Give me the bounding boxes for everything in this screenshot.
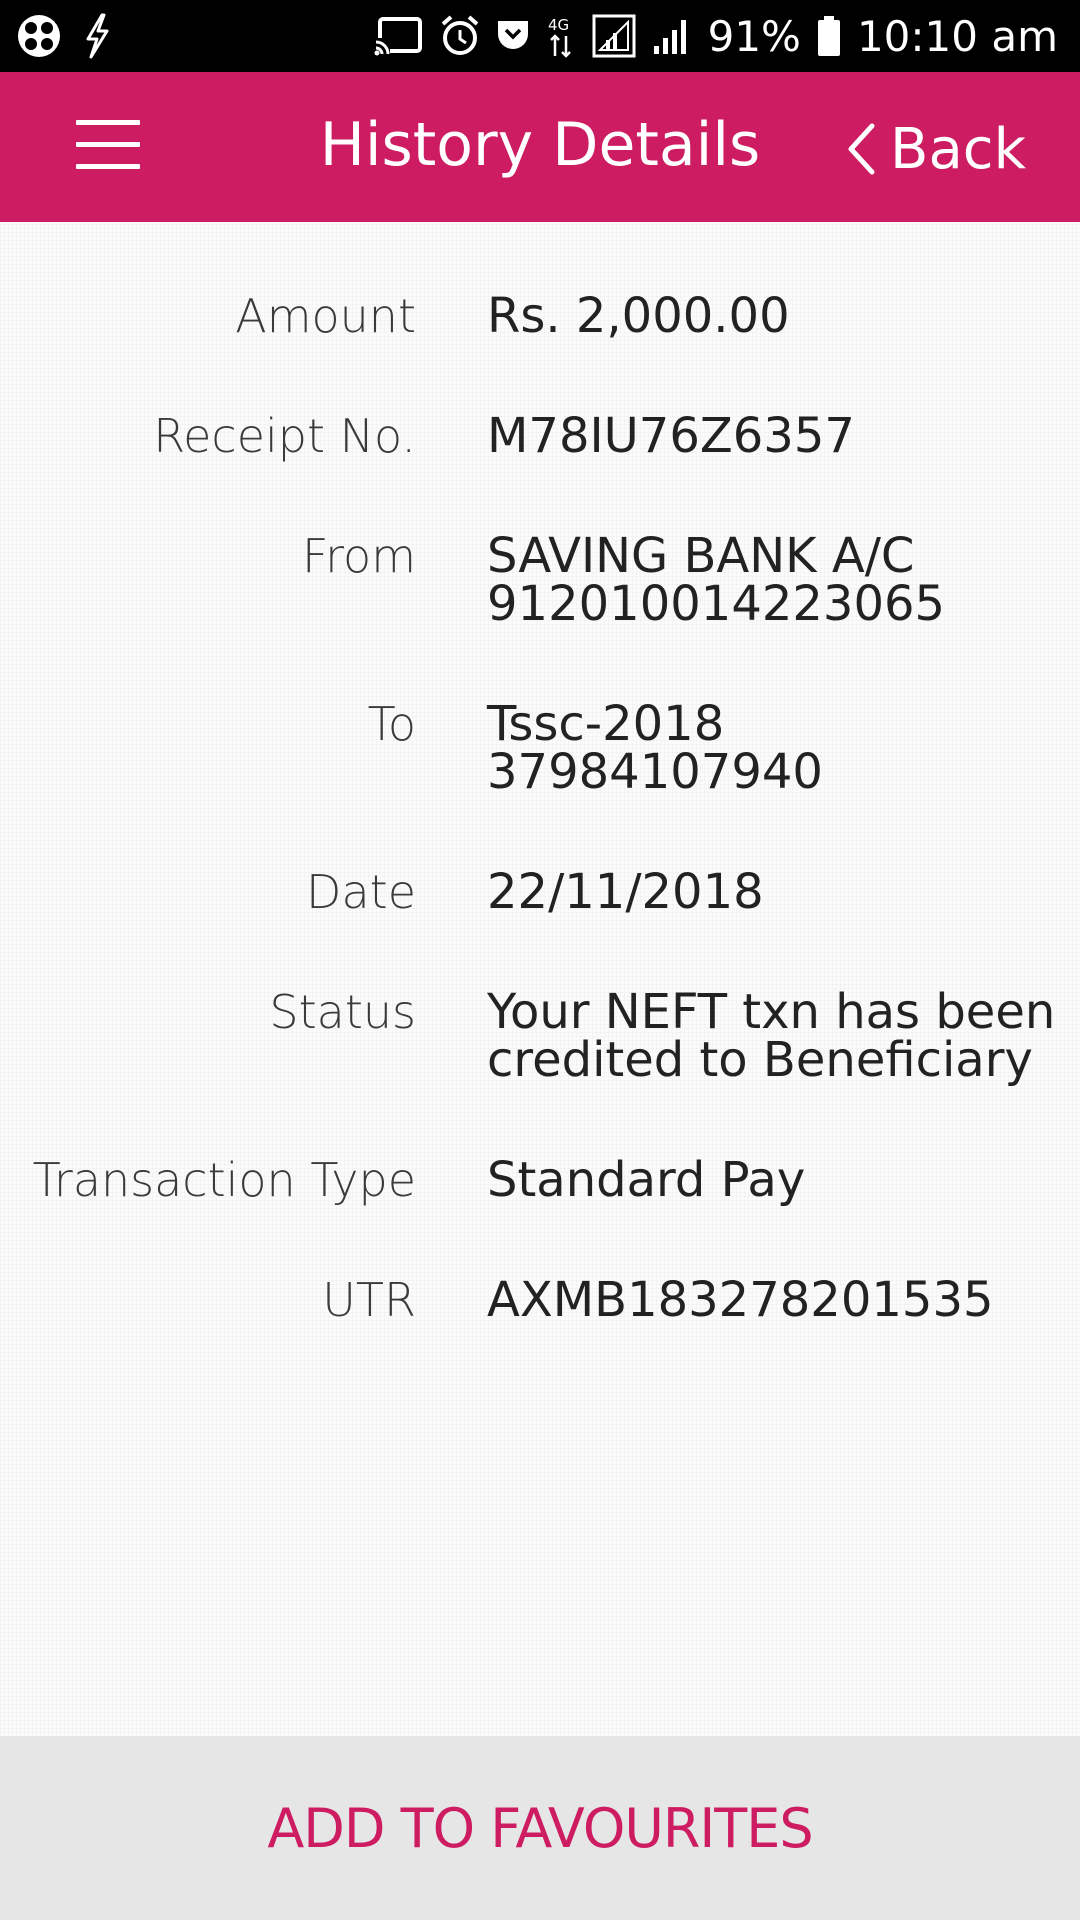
transaction-type-label: Transaction Type <box>32 1153 416 1207</box>
alarm-icon <box>440 15 480 57</box>
app-bar: History Details Back <box>0 72 1080 222</box>
amount-label: Amount <box>235 289 416 343</box>
to-account-number: 37984107940 <box>487 744 823 800</box>
signal-icon <box>592 14 636 58</box>
receipt-value: M78IU76Z6357 <box>487 408 855 464</box>
status-label: Status <box>269 985 416 1039</box>
status-bar: 4G 91% 10:10 am <box>0 0 1080 72</box>
battery-icon <box>817 15 841 57</box>
utr-value: AXMB183278201535 <box>487 1272 994 1328</box>
add-to-favourites-label: ADD TO FAVOURITES <box>267 1796 813 1860</box>
utr-label: UTR <box>322 1273 416 1327</box>
clock-time: 10:10 am <box>856 11 1058 61</box>
data-arrows-icon: 4G <box>546 14 576 58</box>
cast-icon <box>373 16 424 56</box>
chevron-left-icon <box>846 122 876 176</box>
status-line-1: Your NEFT txn has been <box>487 984 1056 1040</box>
pocket-icon <box>496 18 530 54</box>
signal-icon <box>652 16 692 56</box>
transaction-type-value: Standard Pay <box>487 1152 806 1208</box>
app-icon <box>16 13 62 59</box>
to-value: Tssc-2018 37984107940 <box>487 700 1047 796</box>
status-value: Your NEFT txn has been credited to Benef… <box>487 984 1056 1088</box>
date-value: 22/11/2018 <box>487 864 764 920</box>
to-beneficiary-name: Tssc-2018 <box>487 696 725 752</box>
from-account-number: 912010014223065 <box>487 576 946 632</box>
bolt-icon <box>82 13 112 59</box>
back-label: Back <box>890 116 1026 182</box>
battery-percent: 91% <box>707 11 801 61</box>
from-account-type: SAVING BANK A/C <box>487 528 915 584</box>
back-button[interactable]: Back <box>846 114 1026 184</box>
svg-text:4G: 4G <box>548 16 569 34</box>
date-label: Date <box>306 865 416 919</box>
status-right-icons: 4G 91% 10:10 am <box>373 10 1058 62</box>
amount-value: Rs. 2,000.00 <box>487 288 790 344</box>
to-label: To <box>367 697 416 751</box>
history-details-screen: 4G 91% 10:10 am History Details Back Amo… <box>0 0 1080 1920</box>
from-value: SAVING BANK A/C 912010014223065 <box>487 532 1047 628</box>
add-to-favourites-button[interactable]: ADD TO FAVOURITES <box>0 1736 1080 1920</box>
receipt-label: Receipt No. <box>153 409 416 463</box>
status-line-2: credited to Beneficiary <box>487 1032 1033 1088</box>
from-label: From <box>302 529 416 583</box>
status-left-icons <box>16 12 112 60</box>
